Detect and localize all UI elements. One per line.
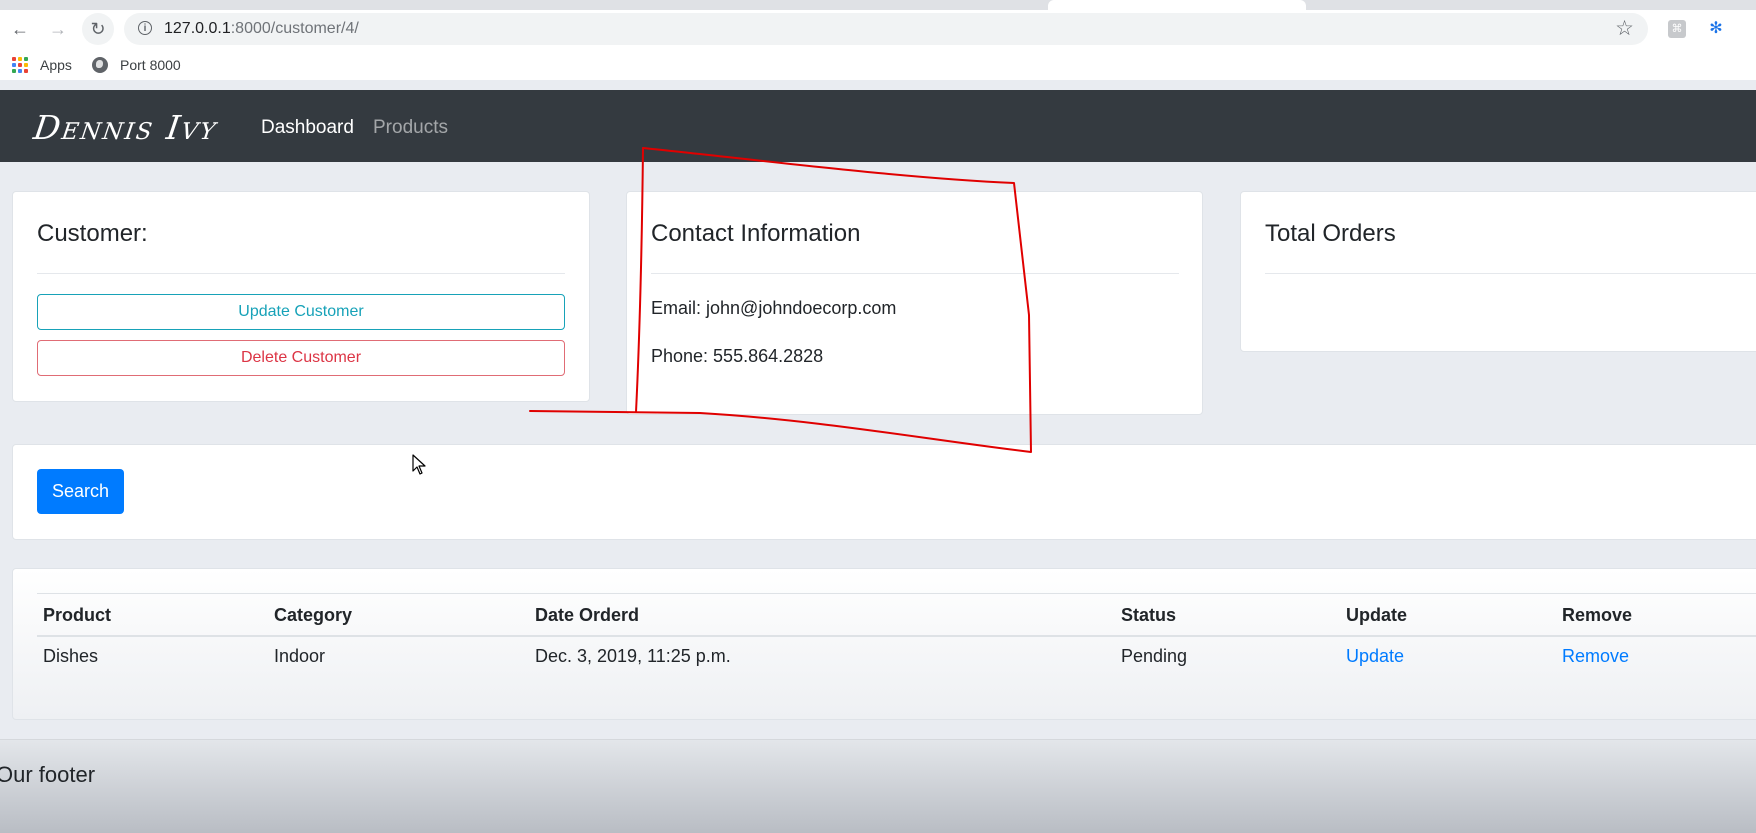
column-header-status: Status	[1121, 605, 1177, 625]
globe-icon	[92, 57, 108, 73]
browser-toolbar: ← → ↻ i 127.0.0.1:8000/customer/4/ ☆ ⌘ ✻	[0, 10, 1756, 48]
search-button[interactable]: Search	[37, 469, 124, 514]
card-divider	[1265, 273, 1756, 274]
customer-card-title: Customer:	[37, 220, 148, 247]
column-header-remove: Remove	[1562, 605, 1633, 625]
bookmarks-bar: Apps Port 8000	[0, 48, 1756, 80]
extension-gear-icon[interactable]: ✻	[1707, 20, 1725, 38]
customer-card: Customer: Update Customer Delete Custome…	[12, 191, 590, 402]
address-url[interactable]: 127.0.0.1:8000/customer/4/	[164, 20, 359, 38]
browser-tab-strip	[0, 0, 1756, 10]
card-divider	[37, 273, 565, 274]
bookmark-apps[interactable]: Apps	[12, 57, 72, 73]
column-header-category: Category	[274, 605, 353, 625]
site-info-icon[interactable]: i	[138, 21, 152, 35]
bookmark-label: Apps	[40, 57, 72, 73]
forward-arrow-icon[interactable]: →	[45, 16, 71, 42]
table-top-border	[37, 593, 1756, 594]
cell-category: Indoor	[274, 646, 326, 666]
brand-logo[interactable]: Dennis Ivy	[31, 108, 220, 147]
cell-status: Pending	[1121, 646, 1188, 666]
footer: Our footer	[0, 739, 1756, 833]
orders-table-card: Product Category Date Orderd Status Upda…	[12, 568, 1756, 720]
update-order-link[interactable]: Update	[1346, 646, 1404, 667]
nav-link-products[interactable]: Products	[373, 117, 448, 139]
search-card: Search	[12, 444, 1756, 540]
column-header-product: Product	[43, 605, 112, 625]
footer-text: Our footer	[0, 762, 96, 787]
contact-email: Email: john@johndoecorp.com	[651, 298, 897, 318]
reload-icon[interactable]: ↻	[82, 13, 114, 45]
bookmark-star-icon[interactable]: ☆	[1615, 16, 1634, 41]
contact-card-title: Contact Information	[651, 220, 861, 247]
remove-order-link[interactable]: Remove	[1562, 646, 1629, 667]
nav-link-dashboard[interactable]: Dashboard	[261, 117, 354, 139]
column-header-date: Date Orderd	[535, 605, 640, 625]
bookmark-port-8000[interactable]: Port 8000	[92, 57, 181, 73]
back-arrow-icon[interactable]: ←	[7, 16, 33, 42]
card-divider	[651, 273, 1179, 274]
cell-date-ordered: Dec. 3, 2019, 11:25 p.m.	[535, 646, 731, 666]
mouse-cursor-icon	[412, 454, 426, 475]
app-navbar: Dennis Ivy Dashboard Products	[0, 90, 1756, 162]
bookmark-label: Port 8000	[120, 57, 181, 73]
column-header-update: Update	[1346, 605, 1408, 625]
delete-customer-button[interactable]: Delete Customer	[37, 340, 565, 376]
contact-phone: Phone: 555.864.2828	[651, 346, 824, 366]
cell-product: Dishes	[43, 646, 99, 666]
address-bar[interactable]: i 127.0.0.1:8000/customer/4/ ☆	[124, 13, 1648, 45]
url-host: 127.0.0.1	[164, 20, 231, 37]
total-orders-title: Total Orders	[1265, 220, 1396, 247]
contact-information-card: Contact Information Email: john@johndoec…	[626, 191, 1203, 415]
update-customer-button[interactable]: Update Customer	[37, 294, 565, 330]
browser-active-tab[interactable]	[1048, 0, 1306, 10]
table-header-border	[37, 635, 1756, 637]
total-orders-card: Total Orders	[1240, 191, 1756, 352]
apps-grid-icon	[12, 57, 28, 73]
extension-icon[interactable]: ⌘	[1668, 20, 1686, 38]
url-path: :8000/customer/4/	[230, 20, 359, 37]
